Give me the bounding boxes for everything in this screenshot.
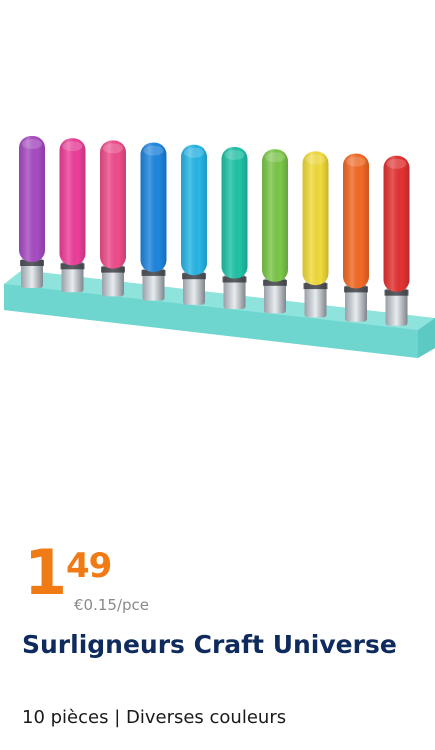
marker-9	[343, 153, 369, 322]
marker-6	[221, 147, 248, 309]
marker-8	[302, 151, 329, 318]
product-subtitle: 10 pièces | Diverses couleurs	[22, 707, 287, 728]
marker-3	[100, 140, 126, 297]
marker-2	[59, 138, 86, 293]
marker-7	[262, 149, 288, 314]
marker-1	[19, 136, 45, 288]
marker-4	[140, 142, 167, 301]
unit-price: €0.15/pce	[74, 596, 149, 614]
price-integer: 1	[24, 536, 67, 609]
marker-10	[383, 155, 410, 326]
price-decimal: 49	[66, 546, 112, 586]
product-image	[4, 136, 435, 358]
marker-5	[181, 144, 207, 305]
product-title[interactable]: Surligneurs Craft Universe	[22, 628, 417, 662]
